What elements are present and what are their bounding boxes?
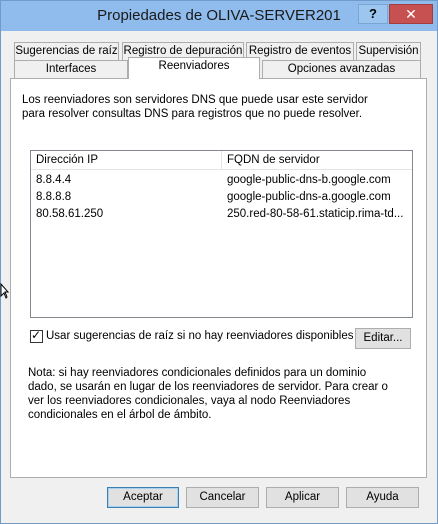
close-icon[interactable]: ✕ [389,4,433,24]
column-header-ip[interactable]: Dirección IP [31,151,222,170]
tab-label: Sugerencias de raíz [15,45,118,57]
list-item-fqdn: google-public-dns-a.google.com [227,191,391,203]
tab-label: Interfaces [45,63,97,75]
help-icon[interactable]: ? [358,4,388,24]
tab-label: Registro de depuración [123,45,243,57]
title-bar[interactable]: Propiedades de OLIVA-SERVER201 ? ✕ [1,1,437,31]
column-header-fqdn[interactable]: FQDN de servidor [223,151,412,170]
list-header: Dirección IP FQDN de servidor [31,151,412,170]
use-root-hints-label[interactable]: Usar sugerencias de raíz si no hay reenv… [46,330,353,342]
tab-reenviadores[interactable]: Reenviadores [128,57,260,79]
apply-button[interactable]: Aplicar [266,487,339,508]
list-item-ip: 8.8.4.4 [36,174,72,186]
list-item-ip: 8.8.8.8 [36,191,72,203]
help-button[interactable]: Ayuda [346,487,419,508]
forwarders-description: Los reenviadores son servidores DNS que … [22,94,368,120]
edit-button[interactable]: Editar... [355,328,411,349]
tab-supervision[interactable]: Supervisión [356,42,421,61]
tab-label: Opciones avanzadas [287,63,396,75]
cancel-button[interactable]: Cancelar [186,487,259,508]
list-item-fqdn: 250.red-80-58-61.staticip.rima-td... [227,208,404,220]
list-item[interactable]: 8.8.4.4 google-public-dns-b.google.com [31,172,412,189]
tab-registro-de-eventos[interactable]: Registro de eventos [246,42,354,61]
tab-sugerencias-de-raiz[interactable]: Sugerencias de raíz [14,42,119,61]
list-item[interactable]: 8.8.8.8 google-public-dns-a.google.com [31,189,412,206]
tab-opciones-avanzadas[interactable]: Opciones avanzadas [262,60,421,79]
checkmark-icon: ✓ [31,328,42,342]
tab-label: Supervisión [358,45,419,57]
mouse-cursor-icon [0,282,10,302]
tab-label: Reenviadores [158,60,230,72]
use-root-hints-checkbox[interactable]: ✓ [30,328,43,343]
list-item[interactable]: 80.58.61.250 250.red-80-58-61.staticip.r… [31,206,412,223]
conditional-forwarders-note: Nota: si hay reenviadores condicionales … [28,367,388,421]
tab-interfaces[interactable]: Interfaces [14,60,128,79]
forwarders-list[interactable]: Dirección IP FQDN de servidor 8.8.4.4 go… [30,150,413,318]
tab-label: Registro de eventos [248,45,352,57]
list-item-ip: 80.58.61.250 [36,208,104,220]
list-item-fqdn: google-public-dns-b.google.com [227,174,391,186]
ok-button[interactable]: Aceptar [107,487,179,508]
